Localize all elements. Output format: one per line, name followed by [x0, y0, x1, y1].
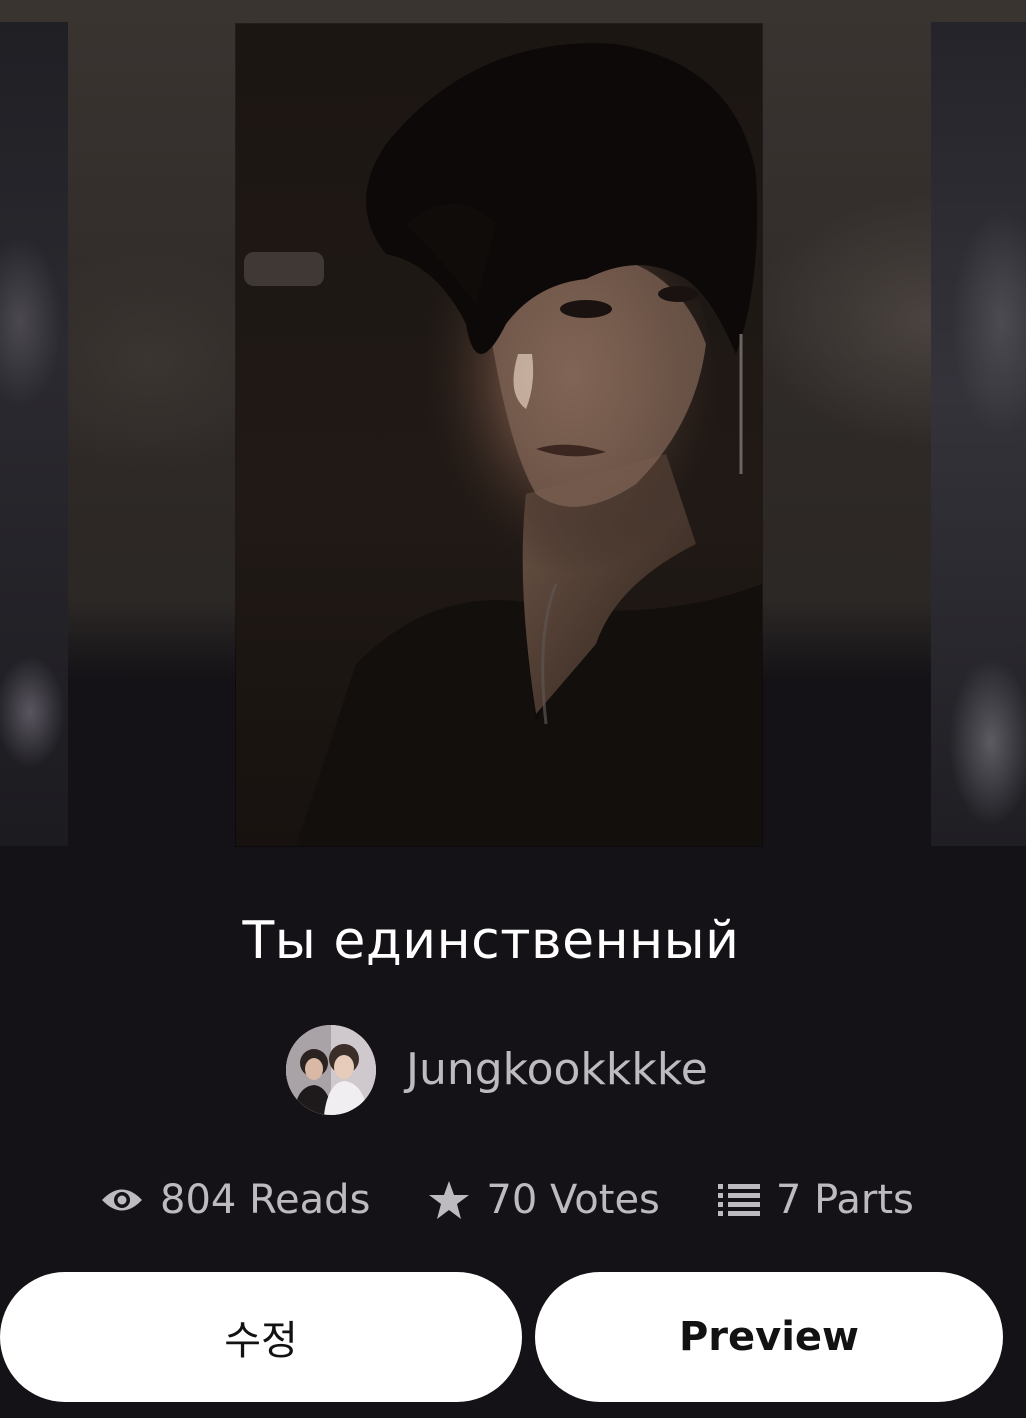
- list-icon: [717, 1184, 760, 1216]
- edit-button[interactable]: 수정: [0, 1272, 522, 1402]
- story-stats: 804 Reads 70 Votes 7 Parts: [100, 1168, 960, 1232]
- parts-count: 7 Parts: [775, 1177, 914, 1223]
- preview-button[interactable]: Preview: [535, 1272, 1003, 1402]
- star-icon: [429, 1181, 470, 1219]
- previous-cover-thumbnail[interactable]: [0, 22, 68, 846]
- reads-count: 804 Reads: [160, 1177, 371, 1223]
- next-cover-thumbnail[interactable]: [931, 22, 1026, 846]
- author-name[interactable]: Jungkookkkke: [406, 1040, 708, 1100]
- reads-stat: 804 Reads: [100, 1170, 370, 1230]
- cover-portrait-illustration: [236, 24, 762, 846]
- votes-count: 70 Votes: [486, 1177, 660, 1223]
- author-row[interactable]: Jungkookkkke: [286, 1024, 708, 1116]
- avatar-photo-icon: [286, 1025, 376, 1115]
- story-title: Ты единственный: [242, 911, 740, 971]
- parts-stat[interactable]: 7 Parts: [717, 1170, 914, 1230]
- votes-stat: 70 Votes: [428, 1170, 660, 1230]
- story-details-screen: Ты единственный Jungkookkkke 804 Reads 7…: [0, 0, 1026, 1418]
- eye-icon: [102, 1189, 142, 1211]
- author-avatar[interactable]: [286, 1025, 376, 1115]
- story-cover-image[interactable]: [236, 24, 762, 846]
